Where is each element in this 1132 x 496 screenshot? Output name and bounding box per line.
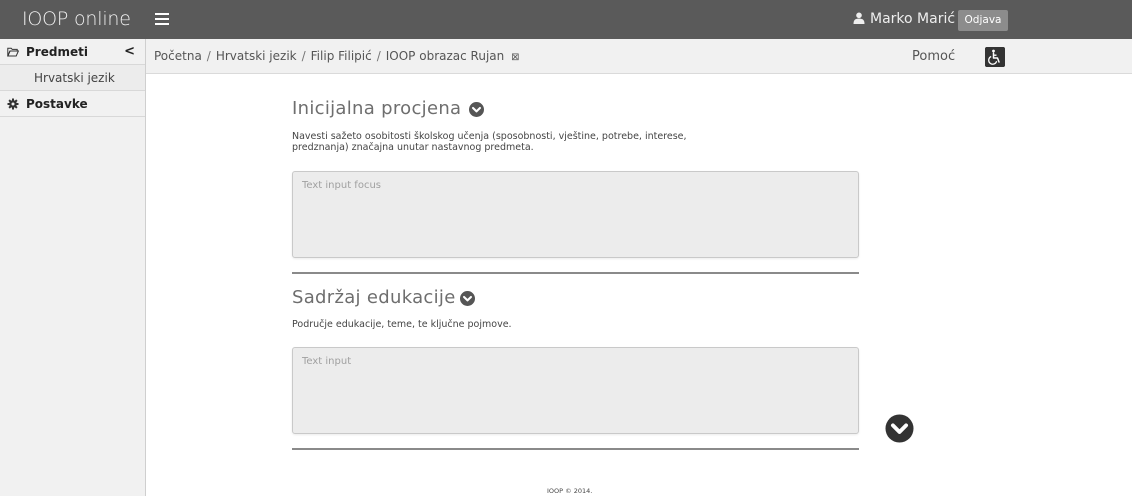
breadcrumb-separator: / xyxy=(301,49,306,63)
menu-toggle-icon[interactable] xyxy=(155,13,169,25)
breadcrumb: Početna / Hrvatski jezik / Filip Filipić / IOO… xyxy=(154,39,519,75)
sidebar-item-postavke[interactable]: Postavke xyxy=(0,91,145,117)
logout-button[interactable]: Odjava xyxy=(958,10,1008,31)
breadcrumb-item-subject[interactable]: Hrvatski jezik xyxy=(216,49,297,63)
top-bar: IOOP online Marko Marić Odjava xyxy=(0,0,1132,39)
accessibility-icon[interactable] xyxy=(985,47,1005,67)
user-info[interactable]: Marko Marić xyxy=(853,0,955,39)
section-description: Područje edukacije, teme, te ključne poj… xyxy=(292,319,512,330)
sidebar-item-label: Postavke xyxy=(26,97,88,111)
breadcrumb-bar: Početna / Hrvatski jezik / Filip Filipić / IOO… xyxy=(146,39,1132,74)
breadcrumb-separator: / xyxy=(376,49,381,63)
section-description: Navesti sažeto osobitosti školskog učenj… xyxy=(292,131,687,153)
chevron-circle-down-icon[interactable] xyxy=(460,291,475,306)
sidebar-item-label: Hrvatski jezik xyxy=(34,71,115,85)
chevron-circle-down-icon[interactable] xyxy=(469,102,484,117)
education-content-input[interactable] xyxy=(292,347,859,434)
gear-icon xyxy=(7,98,19,110)
sidebar-item-label: Predmeti xyxy=(26,45,88,59)
section-divider xyxy=(292,272,859,274)
user-name: Marko Marić xyxy=(870,11,956,27)
folder-open-icon xyxy=(7,47,19,57)
footer-copyright: IOOP © 2014. xyxy=(547,487,593,495)
app-brand[interactable]: IOOP online xyxy=(0,0,146,39)
chevron-circle-down-icon[interactable] xyxy=(885,414,914,443)
section-divider xyxy=(292,448,859,450)
breadcrumb-separator: / xyxy=(206,49,211,63)
breadcrumb-item-home[interactable]: Početna xyxy=(154,49,202,63)
section-title-initial-assessment: Inicijalna procjena xyxy=(292,98,462,119)
chevron-left-icon[interactable]: < xyxy=(124,39,135,65)
breadcrumb-item-student[interactable]: Filip Filipić xyxy=(311,49,372,63)
sidebar-item-predmeti[interactable]: Predmeti < xyxy=(0,39,145,65)
sidebar-item-hrvatski-jezik[interactable]: Hrvatski jezik xyxy=(0,65,145,91)
help-link[interactable]: Pomoć xyxy=(912,39,955,74)
box-x-icon[interactable]: ⊠ xyxy=(511,52,519,63)
sidebar: Predmeti < Hrvatski jezik Postavke xyxy=(0,39,146,496)
breadcrumb-item-form[interactable]: IOOP obrazac Rujan xyxy=(386,49,505,63)
section-title-education-content: Sadržaj edukacije xyxy=(292,287,456,308)
user-icon xyxy=(853,12,865,24)
initial-assessment-input[interactable] xyxy=(292,171,859,258)
